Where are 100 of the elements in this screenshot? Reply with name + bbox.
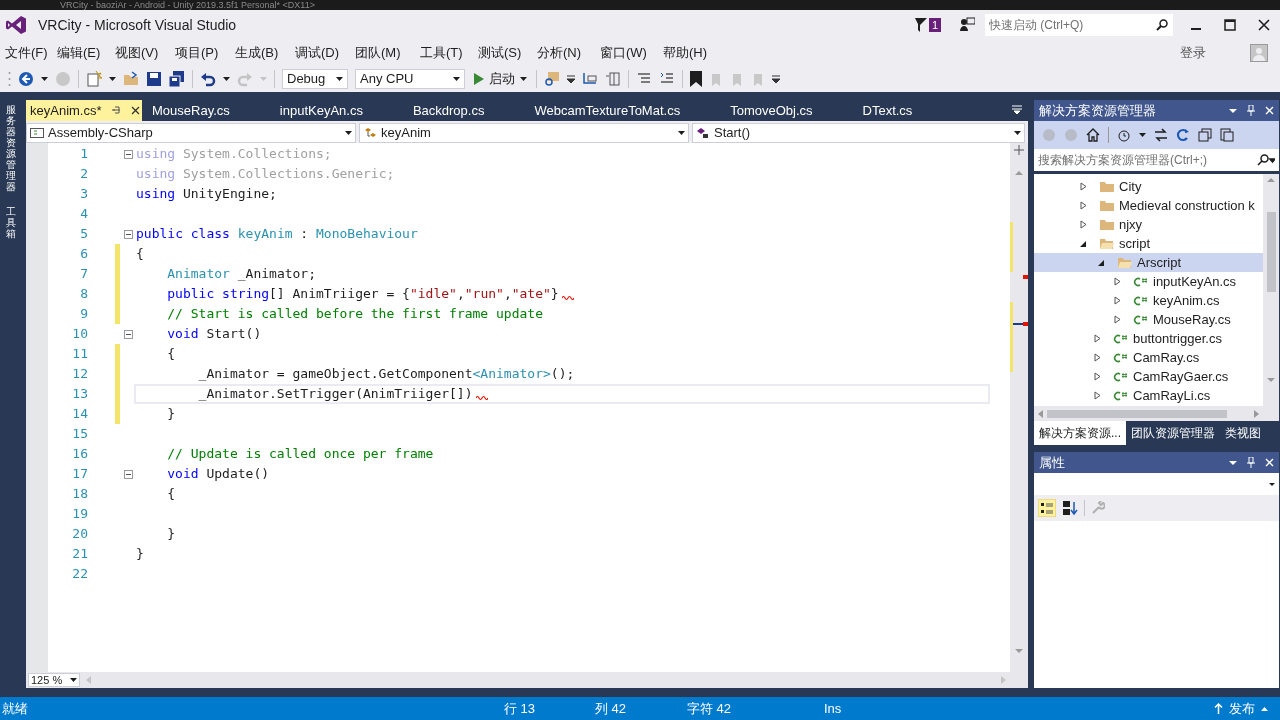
collapse-icon[interactable] — [123, 469, 133, 479]
caret-icon[interactable] — [70, 678, 77, 682]
panel-tab[interactable]: 类视图 — [1220, 421, 1266, 445]
collapse-icon[interactable] — [123, 229, 133, 239]
split-icon[interactable] — [1014, 145, 1024, 155]
tree-item[interactable]: CamRay.cs — [1034, 348, 1263, 367]
history-icon[interactable] — [1117, 128, 1131, 142]
collapse-icon[interactable] — [123, 329, 133, 339]
menu-item[interactable]: 调试(D) — [295, 44, 340, 60]
collapsed-arrow-icon[interactable] — [1114, 277, 1121, 286]
tree-item[interactable]: script — [1034, 234, 1263, 253]
close-icon[interactable] — [130, 106, 140, 115]
caret-icon[interactable] — [336, 76, 343, 81]
close-icon[interactable] — [1258, 19, 1270, 31]
editor-tab[interactable]: WebcamTextureToMat.cs — [532, 100, 729, 121]
collapsed-arrow-icon[interactable] — [1080, 220, 1087, 229]
save-icon[interactable] — [146, 70, 162, 87]
collapsed-arrow-icon[interactable] — [1094, 353, 1101, 362]
editor-tab[interactable]: TomoveObj.cs — [728, 100, 861, 121]
find-icon[interactable] — [544, 70, 560, 87]
collapsed-arrow-icon[interactable] — [1080, 201, 1087, 210]
scroll-thumb[interactable] — [1266, 212, 1276, 292]
collapsed-arrow-icon[interactable] — [1080, 182, 1087, 191]
tree-item[interactable]: CamRayLi.cs — [1034, 386, 1263, 405]
overflow-icon[interactable] — [772, 73, 780, 84]
pin-icon[interactable] — [111, 106, 121, 115]
filter-icon[interactable] — [914, 18, 927, 32]
menu-item[interactable]: 分析(N) — [537, 44, 582, 60]
menu-item[interactable]: 团队(M) — [355, 44, 401, 60]
search-icon[interactable] — [1156, 19, 1168, 31]
tab-list-icon[interactable] — [1012, 105, 1022, 115]
expanded-arrow-icon[interactable] — [1080, 240, 1087, 247]
sync-icon[interactable] — [1154, 128, 1168, 142]
step-icon[interactable] — [582, 70, 598, 87]
start-button[interactable]: 启动 — [472, 68, 529, 89]
panel-tab[interactable]: 解决方案资源... — [1034, 421, 1126, 445]
menu-item[interactable]: 窗口(W) — [600, 44, 647, 60]
caret-icon[interactable] — [1229, 460, 1237, 465]
collapse-all-icon[interactable] — [1198, 128, 1212, 142]
collapsed-arrow-icon[interactable] — [1114, 315, 1121, 324]
notification-badge[interactable]: 1 — [928, 18, 941, 32]
collapsed-arrow-icon[interactable] — [1094, 391, 1101, 400]
sign-in-link[interactable]: 登录 — [1180, 42, 1206, 63]
menu-item[interactable]: 测试(S) — [478, 44, 522, 60]
collapsed-arrow-icon[interactable] — [1114, 296, 1121, 305]
vertical-scrollbar[interactable] — [1263, 174, 1279, 406]
feedback-icon[interactable] — [959, 17, 975, 33]
bookmark-icon[interactable] — [690, 70, 702, 87]
editor-tab[interactable]: inputKeyAn.cs — [277, 100, 411, 121]
categorized-icon[interactable] — [1038, 499, 1056, 517]
editor-tab[interactable]: DText.cs — [860, 100, 961, 121]
tree-item[interactable]: MouseRay.cs — [1034, 310, 1263, 329]
grip-icon[interactable] — [8, 69, 11, 88]
new-item-icon[interactable] — [86, 70, 102, 87]
side-panel-tab[interactable]: 服务器资源管理器 — [6, 104, 16, 192]
menu-item[interactable]: 文件(F) — [5, 44, 48, 60]
caret-icon[interactable] — [345, 130, 352, 135]
menu-item[interactable]: 生成(B) — [235, 44, 279, 60]
menu-item[interactable]: 编辑(E) — [57, 44, 101, 60]
menu-item[interactable]: 工具(T) — [420, 44, 463, 60]
menu-item[interactable]: 项目(P) — [175, 44, 219, 60]
refresh-icon[interactable] — [1176, 128, 1190, 142]
back-icon[interactable] — [18, 70, 34, 87]
menu-item[interactable]: 帮助(H) — [663, 44, 708, 60]
tree-item[interactable]: CamRayGaer.cs — [1034, 367, 1263, 386]
tree-item[interactable]: Medieval construction k — [1034, 196, 1263, 215]
sort-alphabetical-icon[interactable] — [1062, 500, 1078, 516]
columns-icon[interactable] — [605, 70, 621, 87]
panel-tab[interactable]: 团队资源管理器 — [1126, 421, 1220, 445]
editor-tab[interactable]: keyAnim.cs* — [26, 100, 142, 121]
undo-icon[interactable] — [200, 70, 216, 87]
tree-item[interactable]: Arscript — [1034, 253, 1263, 272]
show-files-icon[interactable] — [1220, 128, 1234, 142]
side-panel-tab[interactable]: 工具箱 — [6, 206, 16, 239]
zoom-dropdown[interactable]: 125 % — [28, 673, 80, 687]
editor-tab[interactable]: Backdrop.cs — [410, 100, 533, 121]
collapsed-arrow-icon[interactable] — [1094, 372, 1101, 381]
configuration-dropdown[interactable]: Debug — [282, 68, 348, 89]
menu-item[interactable]: 视图(V) — [115, 44, 159, 60]
tree-item[interactable]: buttontrigger.cs — [1034, 329, 1263, 348]
publish-button[interactable]: 发布 — [1214, 698, 1268, 719]
vertical-scrollbar[interactable] — [1010, 143, 1028, 672]
caret-icon[interactable] — [41, 76, 48, 81]
caret-icon[interactable] — [678, 130, 685, 135]
tree-item[interactable]: inputKeyAn.cs — [1034, 272, 1263, 291]
platform-dropdown[interactable]: Any CPU — [355, 68, 465, 89]
home-icon[interactable] — [1086, 128, 1100, 142]
tree-item[interactable]: City — [1034, 177, 1263, 196]
overflow-icon[interactable] — [567, 73, 575, 84]
navigation-dropdown[interactable]: Assembly-CSharp — [26, 122, 356, 143]
expanded-arrow-icon[interactable] — [1098, 259, 1105, 266]
caret-icon[interactable] — [453, 76, 460, 81]
tree-item[interactable]: keyAnim.cs — [1034, 291, 1263, 310]
editor-tab[interactable]: MouseRay.cs — [150, 100, 278, 121]
caret-icon[interactable] — [1139, 133, 1146, 137]
collapse-icon[interactable] — [123, 149, 133, 159]
maximize-icon[interactable] — [1224, 19, 1236, 31]
scroll-thumb[interactable] — [1047, 409, 1227, 418]
horizontal-scrollbar[interactable] — [1034, 406, 1279, 421]
open-folder-icon[interactable] — [123, 70, 139, 87]
